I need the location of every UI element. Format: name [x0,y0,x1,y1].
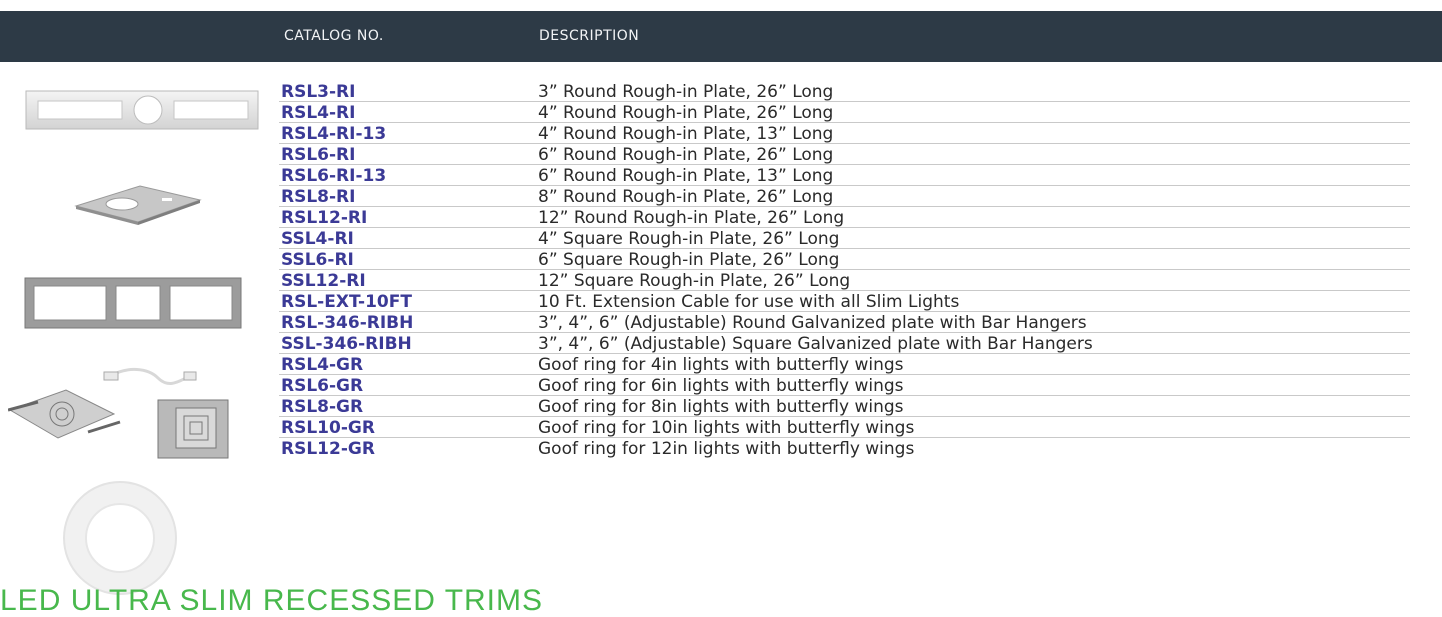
table-row: SSL6-RI 6” Square Rough-in Plate, 26” Lo… [0,249,1442,270]
product-description: 6” Round Rough-in Plate, 26” Long [538,145,834,165]
table-row: RSL6-RI-13 6” Round Rough-in Plate, 13” … [0,165,1442,186]
product-description: 6” Round Rough-in Plate, 13” Long [538,166,834,186]
table-row: RSL12-RI 12” Round Rough-in Plate, 26” L… [0,207,1442,228]
catalog-number: RSL-346-RIBH [281,313,414,333]
catalog-number: RSL12-GR [281,439,375,459]
table-row: RSL-346-RIBH 3”, 4”, 6” (Adjustable) Rou… [0,312,1442,333]
product-description: Goof ring for 10in lights with butterfly… [538,418,915,438]
catalog-number: RSL6-RI-13 [281,166,387,186]
catalog-column-header: CATALOG NO. [284,28,384,44]
catalog-number: SSL12-RI [281,271,366,291]
catalog-number: RSL12-RI [281,208,368,228]
catalog-number: RSL6-RI [281,145,356,165]
catalog-number: SSL4-RI [281,229,354,249]
catalog-number: RSL4-RI-13 [281,124,387,144]
product-description: 3”, 4”, 6” (Adjustable) Round Galvanized… [538,313,1087,333]
table-row: RSL-EXT-10FT 10 Ft. Extension Cable for … [0,291,1442,312]
table-row: RSL4-RI-13 4” Round Rough-in Plate, 13” … [0,123,1442,144]
catalog-number: RSL4-RI [281,103,356,123]
product-description: 3”, 4”, 6” (Adjustable) Square Galvanize… [538,334,1093,354]
table-row: RSL6-GR Goof ring for 6in lights with bu… [0,375,1442,396]
catalog-number: SSL-346-RIBH [281,334,412,354]
table-row: RSL4-GR Goof ring for 4in lights with bu… [0,354,1442,375]
table-row: RSL12-GR Goof ring for 12in lights with … [0,438,1442,459]
catalog-number: RSL8-GR [281,397,364,417]
table-row: SSL12-RI 12” Square Rough-in Plate, 26” … [0,270,1442,291]
table-row: RSL4-RI 4” Round Rough-in Plate, 26” Lon… [0,102,1442,123]
description-column-header: DESCRIPTION [539,28,640,44]
table-row: SSL4-RI 4” Square Rough-in Plate, 26” Lo… [0,228,1442,249]
table-row: RSL6-RI 6” Round Rough-in Plate, 26” Lon… [0,144,1442,165]
catalog-number: RSL6-GR [281,376,364,396]
product-description: 12” Square Rough-in Plate, 26” Long [538,271,851,291]
table-row: RSL3-RI 3” Round Rough-in Plate, 26” Lon… [0,81,1442,102]
catalog-number: SSL6-RI [281,250,354,270]
product-description: 6” Square Rough-in Plate, 26” Long [538,250,840,270]
product-description: Goof ring for 4in lights with butterfly … [538,355,904,375]
catalog-number: RSL10-GR [281,418,375,438]
product-description: 12” Round Rough-in Plate, 26” Long [538,208,845,228]
product-description: Goof ring for 8in lights with butterfly … [538,397,904,417]
product-description: 3” Round Rough-in Plate, 26” Long [538,82,834,102]
product-description: 8” Round Rough-in Plate, 26” Long [538,187,834,207]
product-description: Goof ring for 6in lights with butterfly … [538,376,904,396]
product-description: Goof ring for 12in lights with butterfly… [538,439,915,459]
table-row: RSL8-RI 8” Round Rough-in Plate, 26” Lon… [0,186,1442,207]
catalog-number: RSL3-RI [281,82,356,102]
catalog-number: RSL-EXT-10FT [281,292,412,312]
table-row: SSL-346-RIBH 3”, 4”, 6” (Adjustable) Squ… [0,333,1442,354]
product-description: 4” Round Rough-in Plate, 13” Long [538,124,834,144]
product-description: 4” Round Rough-in Plate, 26” Long [538,103,834,123]
section-title: LED ULTRA SLIM RECESSED TRIMS [0,584,544,617]
table-header: CATALOG NO. DESCRIPTION [0,11,1442,62]
table-row: RSL10-GR Goof ring for 10in lights with … [0,417,1442,438]
goof-ring-image [63,481,177,595]
catalog-number: RSL8-RI [281,187,356,207]
table-row: RSL8-GR Goof ring for 8in lights with bu… [0,396,1442,417]
catalog-number: RSL4-GR [281,355,364,375]
product-description: 4” Square Rough-in Plate, 26” Long [538,229,840,249]
product-description: 10 Ft. Extension Cable for use with all … [538,292,960,312]
